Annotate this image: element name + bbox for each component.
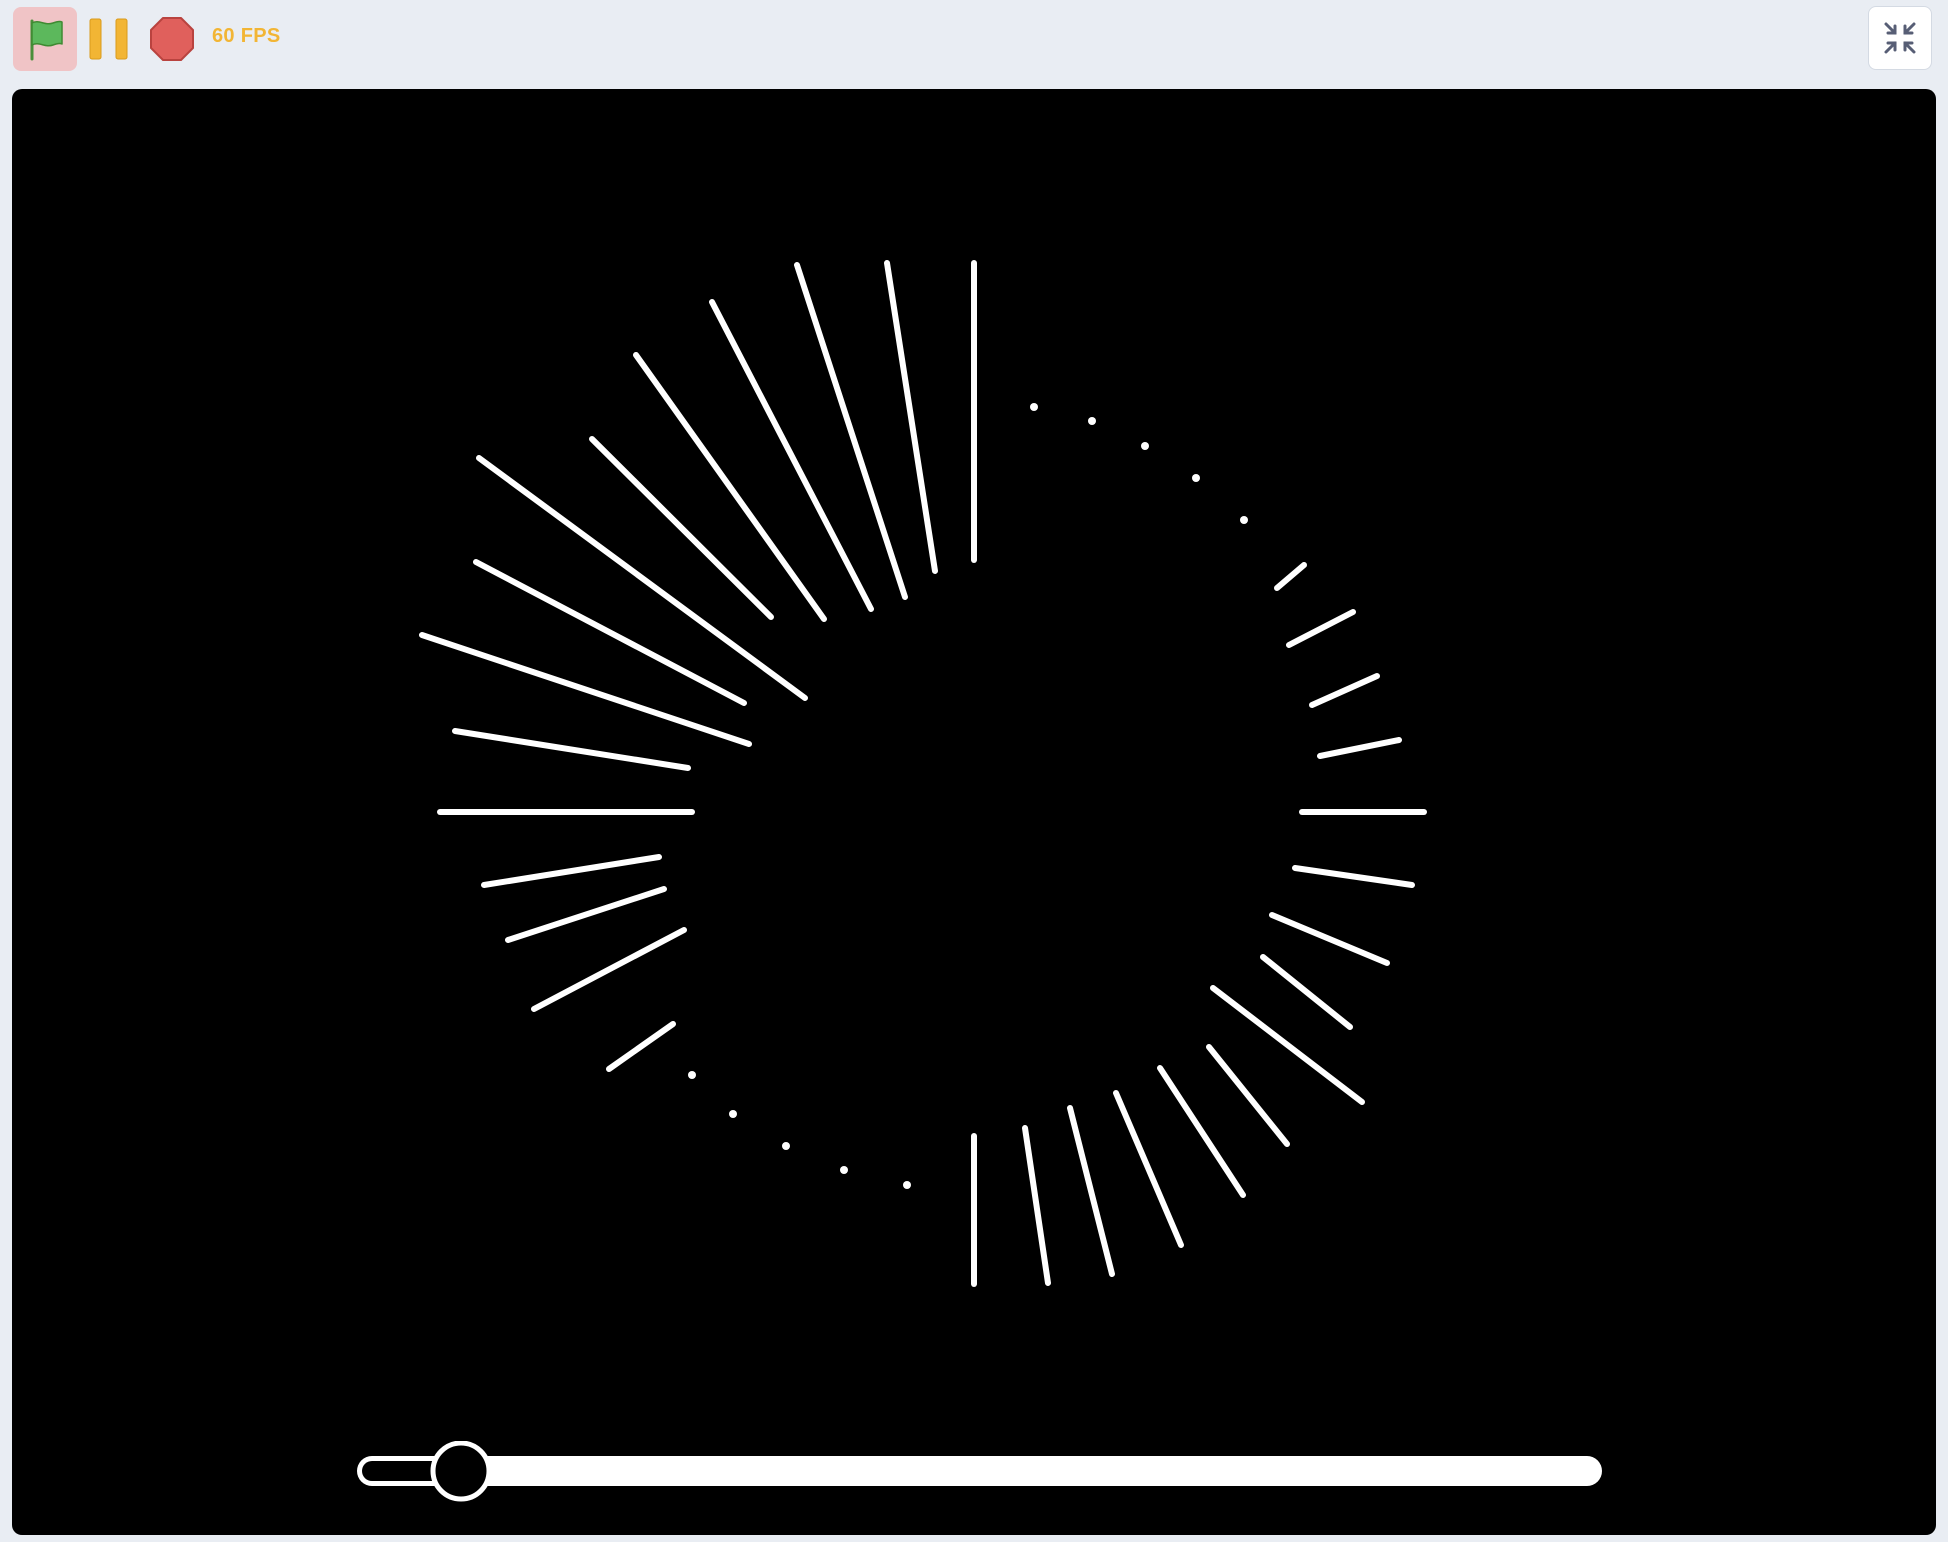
radial-lines-artwork xyxy=(419,260,1427,1287)
green-flag-button[interactable] xyxy=(13,7,77,71)
pause-button[interactable] xyxy=(86,18,132,60)
slider-track xyxy=(357,1456,1602,1486)
fps-label: 60 FPS xyxy=(212,25,281,47)
stop-button[interactable] xyxy=(149,16,195,62)
stage-canvas[interactable] xyxy=(12,89,1936,1535)
speed-slider[interactable] xyxy=(356,1441,1604,1505)
exit-fullscreen-icon xyxy=(1884,22,1916,54)
pause-icon xyxy=(89,18,128,60)
exit-fullscreen-button[interactable] xyxy=(1868,6,1932,70)
stop-octagon-icon xyxy=(150,17,194,61)
green-flag-icon xyxy=(30,19,63,61)
slider-thumb[interactable] xyxy=(430,1441,492,1502)
toolbar: 60 FPS xyxy=(0,0,1948,84)
